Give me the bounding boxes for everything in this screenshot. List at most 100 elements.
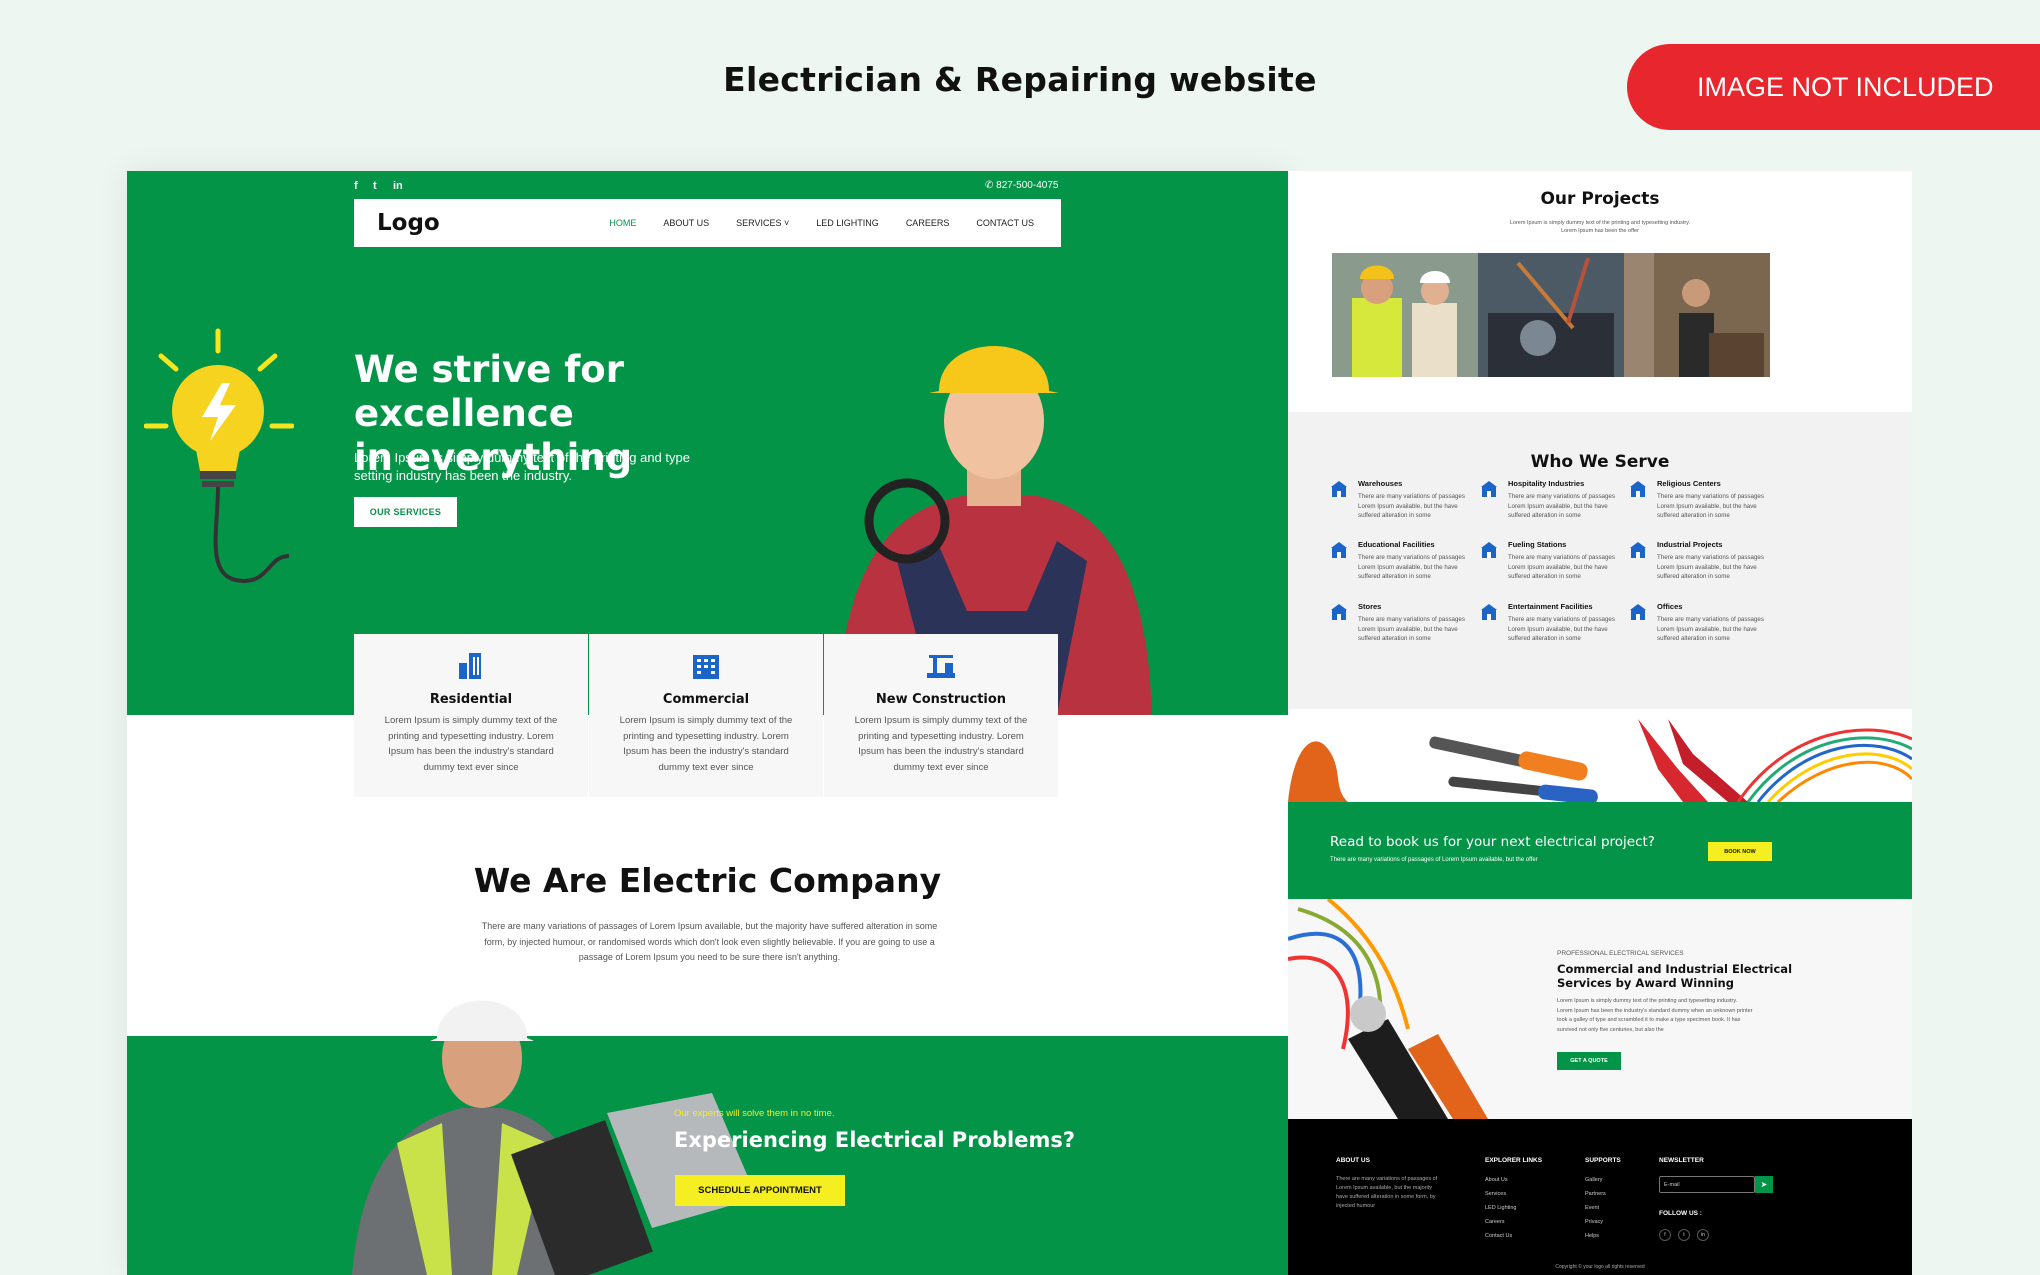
serve-item-text-line: There are many variations of passages [1657,493,1764,500]
project-image-3[interactable] [1624,253,1770,377]
footer-link-careers[interactable]: Careers [1485,1219,1505,1225]
footer-link-about[interactable]: About Us [1485,1177,1508,1183]
footer-link-services[interactable]: Services [1485,1191,1506,1197]
project-image-2[interactable] [1478,253,1624,377]
serve-item-text: There are many variations of passages Lor… [1358,492,1475,521]
serve-item-text: There are many variations of passages Lor… [1657,553,1774,582]
footer-link-privacy[interactable]: Privacy [1585,1219,1603,1225]
newsletter-email-input[interactable]: E-mail [1659,1176,1755,1193]
facebook-icon[interactable]: f [354,180,358,192]
pro-title-line: Services by Award Winning [1557,976,1734,990]
projects-title: Our Projects [1540,189,1660,209]
serve-item-offices[interactable]: Offices There are many variations of pass… [1629,602,1774,644]
serve-item-text-line: suffered alteration in some [1657,573,1730,580]
footer-link-led[interactable]: LED Lighting [1485,1205,1517,1211]
warehouse-icon [1331,481,1347,497]
serve-item-text-line: Lorem Ipsum available, but the have [1358,625,1458,633]
project-image-1[interactable] [1332,253,1478,377]
footer-link-helps[interactable]: Helps [1585,1233,1599,1239]
navbar: Logo HOME ABOUT US SERVICES ˅ LED LIGHTI… [354,199,1061,247]
card-title: Residential [429,692,513,707]
pro-text-line: Lorem Ipsum has been the industry's stan… [1557,1007,1753,1014]
nav-home[interactable]: HOME [609,218,636,228]
card-text-line: printing and typesetting industry. Lorem [623,730,789,742]
service-card-residential[interactable]: Residential Lorem Ipsum is simply dummy … [354,634,588,797]
serve-item-text-line: suffered alteration in some [1508,573,1581,580]
footer-link-partners[interactable]: Partners [1585,1191,1606,1197]
serve-item-text-line: suffered alteration in some [1508,512,1581,519]
nav-careers[interactable]: CAREERS [906,218,950,228]
serve-item-text-line: Lorem Ipsum available, but the have [1657,625,1757,633]
graduation-cap-icon [1331,542,1347,558]
serve-item-industrial[interactable]: Industrial Projects There are many variat… [1629,540,1774,582]
phone-number[interactable]: ✆ 827-500-4075 [985,180,1058,191]
footer-link-gallery[interactable]: Gallery [1585,1177,1602,1183]
about-text-line: form, by injected humour, or randomised … [484,936,935,947]
book-now-button[interactable]: BOOK NOW [1708,842,1772,861]
card-text-line: Ipsum has been the industry's standard [388,746,554,757]
serve-item-title: Stores [1358,602,1382,611]
nav-services[interactable]: SERVICES ˅ [736,218,789,228]
nav-contact[interactable]: CONTACT US [976,218,1034,228]
nav-led-lighting[interactable]: LED LIGHTING [816,218,879,228]
card-text-line: Lorem Ipsum is simply dummy text of the [619,715,793,726]
card-text: Lorem Ipsum is simply dummy text of the p… [611,713,801,775]
twitter-icon[interactable]: t [1678,1229,1690,1241]
hero-subtitle-line: Lorem Ipsum is simply dummy text of the … [354,450,690,465]
construction-icon [927,655,955,678]
logo[interactable]: Logo [377,210,561,236]
serve-item-entertainment[interactable]: Entertainment Facilities There are many v… [1480,602,1625,644]
serve-item-text-line: suffered alteration in some [1358,573,1431,580]
footer-supports-title: SUPPORTS [1585,1157,1621,1164]
card-title: New Construction [875,692,1007,707]
serve-item-fueling[interactable]: Fueling Stations There are many variation… [1480,540,1625,582]
office-icon [1630,604,1646,620]
card-text-line: Ipsum has been the industry's standard [858,746,1024,757]
nav-about[interactable]: ABOUT US [663,218,709,228]
pro-kicker: PROFESSIONAL ELECTRICAL SERVICES [1557,950,1684,957]
serve-item-text-line: There are many variations of passages [1508,616,1615,623]
send-icon[interactable]: ➤ [1755,1176,1773,1193]
serve-item-religious[interactable]: Religious Centers There are many variatio… [1629,479,1774,521]
homepage-mockup: f t in ✆ 827-500-4075 Logo HOME ABOUT US… [127,171,1288,1275]
footer-link-event[interactable]: Event [1585,1205,1599,1211]
serve-item-warehouses[interactable]: Warehouses There are many variations of p… [1330,479,1475,521]
serve-item-text-line: There are many variations of passages [1657,554,1764,561]
copyright: Copyright © your logo all rights reserve… [1555,1264,1645,1270]
serve-item-educational[interactable]: Educational Facilities There are many var… [1330,540,1475,582]
serve-item-text-line: suffered alteration in some [1358,635,1431,642]
footer-about-line: have suffered alteration in some form, b… [1336,1194,1436,1200]
serve-item-text: There are many variations of passages Lor… [1508,492,1625,521]
twitter-icon[interactable]: t [373,180,377,192]
about-text: There are many variations of passages of… [477,919,942,966]
card-text-line: dummy text ever since [423,761,519,773]
serve-item-text-line: suffered alteration in some [1508,635,1581,642]
service-card-commercial[interactable]: Commercial Lorem Ipsum is simply dummy t… [589,634,823,797]
serve-item-hospitality[interactable]: Hospitality Industries There are many var… [1480,479,1625,521]
schedule-appointment-button[interactable]: SCHEDULE APPOINTMENT [675,1175,845,1206]
band-title: Experiencing Electrical Problems? [674,1128,1076,1152]
facebook-icon[interactable]: f [1659,1229,1671,1241]
nav-services-label: SERVICES [736,218,782,228]
card-title: Commercial [662,692,750,707]
footer-about-line: injected humour [1336,1203,1376,1209]
phone-icon: ✆ [985,180,997,191]
footer: ABOUT US There are many variations of pa… [1288,1119,1912,1275]
linkedin-icon[interactable]: in [1697,1229,1709,1241]
footer-about-line: Lorem Ipsum available, but the majority [1336,1185,1432,1191]
pro-text-line: took a galley of type and scrambled it t… [1557,1017,1741,1023]
footer-links-title: EXPLORER LINKS [1485,1157,1543,1164]
serve-item-stores[interactable]: Stores There are many variations of passa… [1330,602,1475,644]
serve-item-text-line: suffered alteration in some [1657,635,1730,642]
linkedin-icon[interactable]: in [393,180,403,192]
get-a-quote-button[interactable]: GET A QUOTE [1557,1052,1621,1070]
footer-link-contact[interactable]: Contact Us [1485,1233,1512,1239]
serve-item-text-line: Lorem Ipsum available, but the have [1358,563,1458,571]
inner-page-mockup: Our Projects Lorem Ipsum is simply dummy… [1288,171,1912,1275]
serve-item-title: Industrial Projects [1657,540,1723,549]
service-card-new-construction[interactable]: New Construction Lorem Ipsum is simply d… [824,634,1058,797]
serve-item-text-line: Lorem Ipsum available, but the have [1508,502,1608,510]
serve-item-text-line: There are many variations of passages [1508,493,1615,500]
factory-icon [1630,542,1646,558]
our-services-button[interactable]: OUR SERVICES [354,497,457,527]
